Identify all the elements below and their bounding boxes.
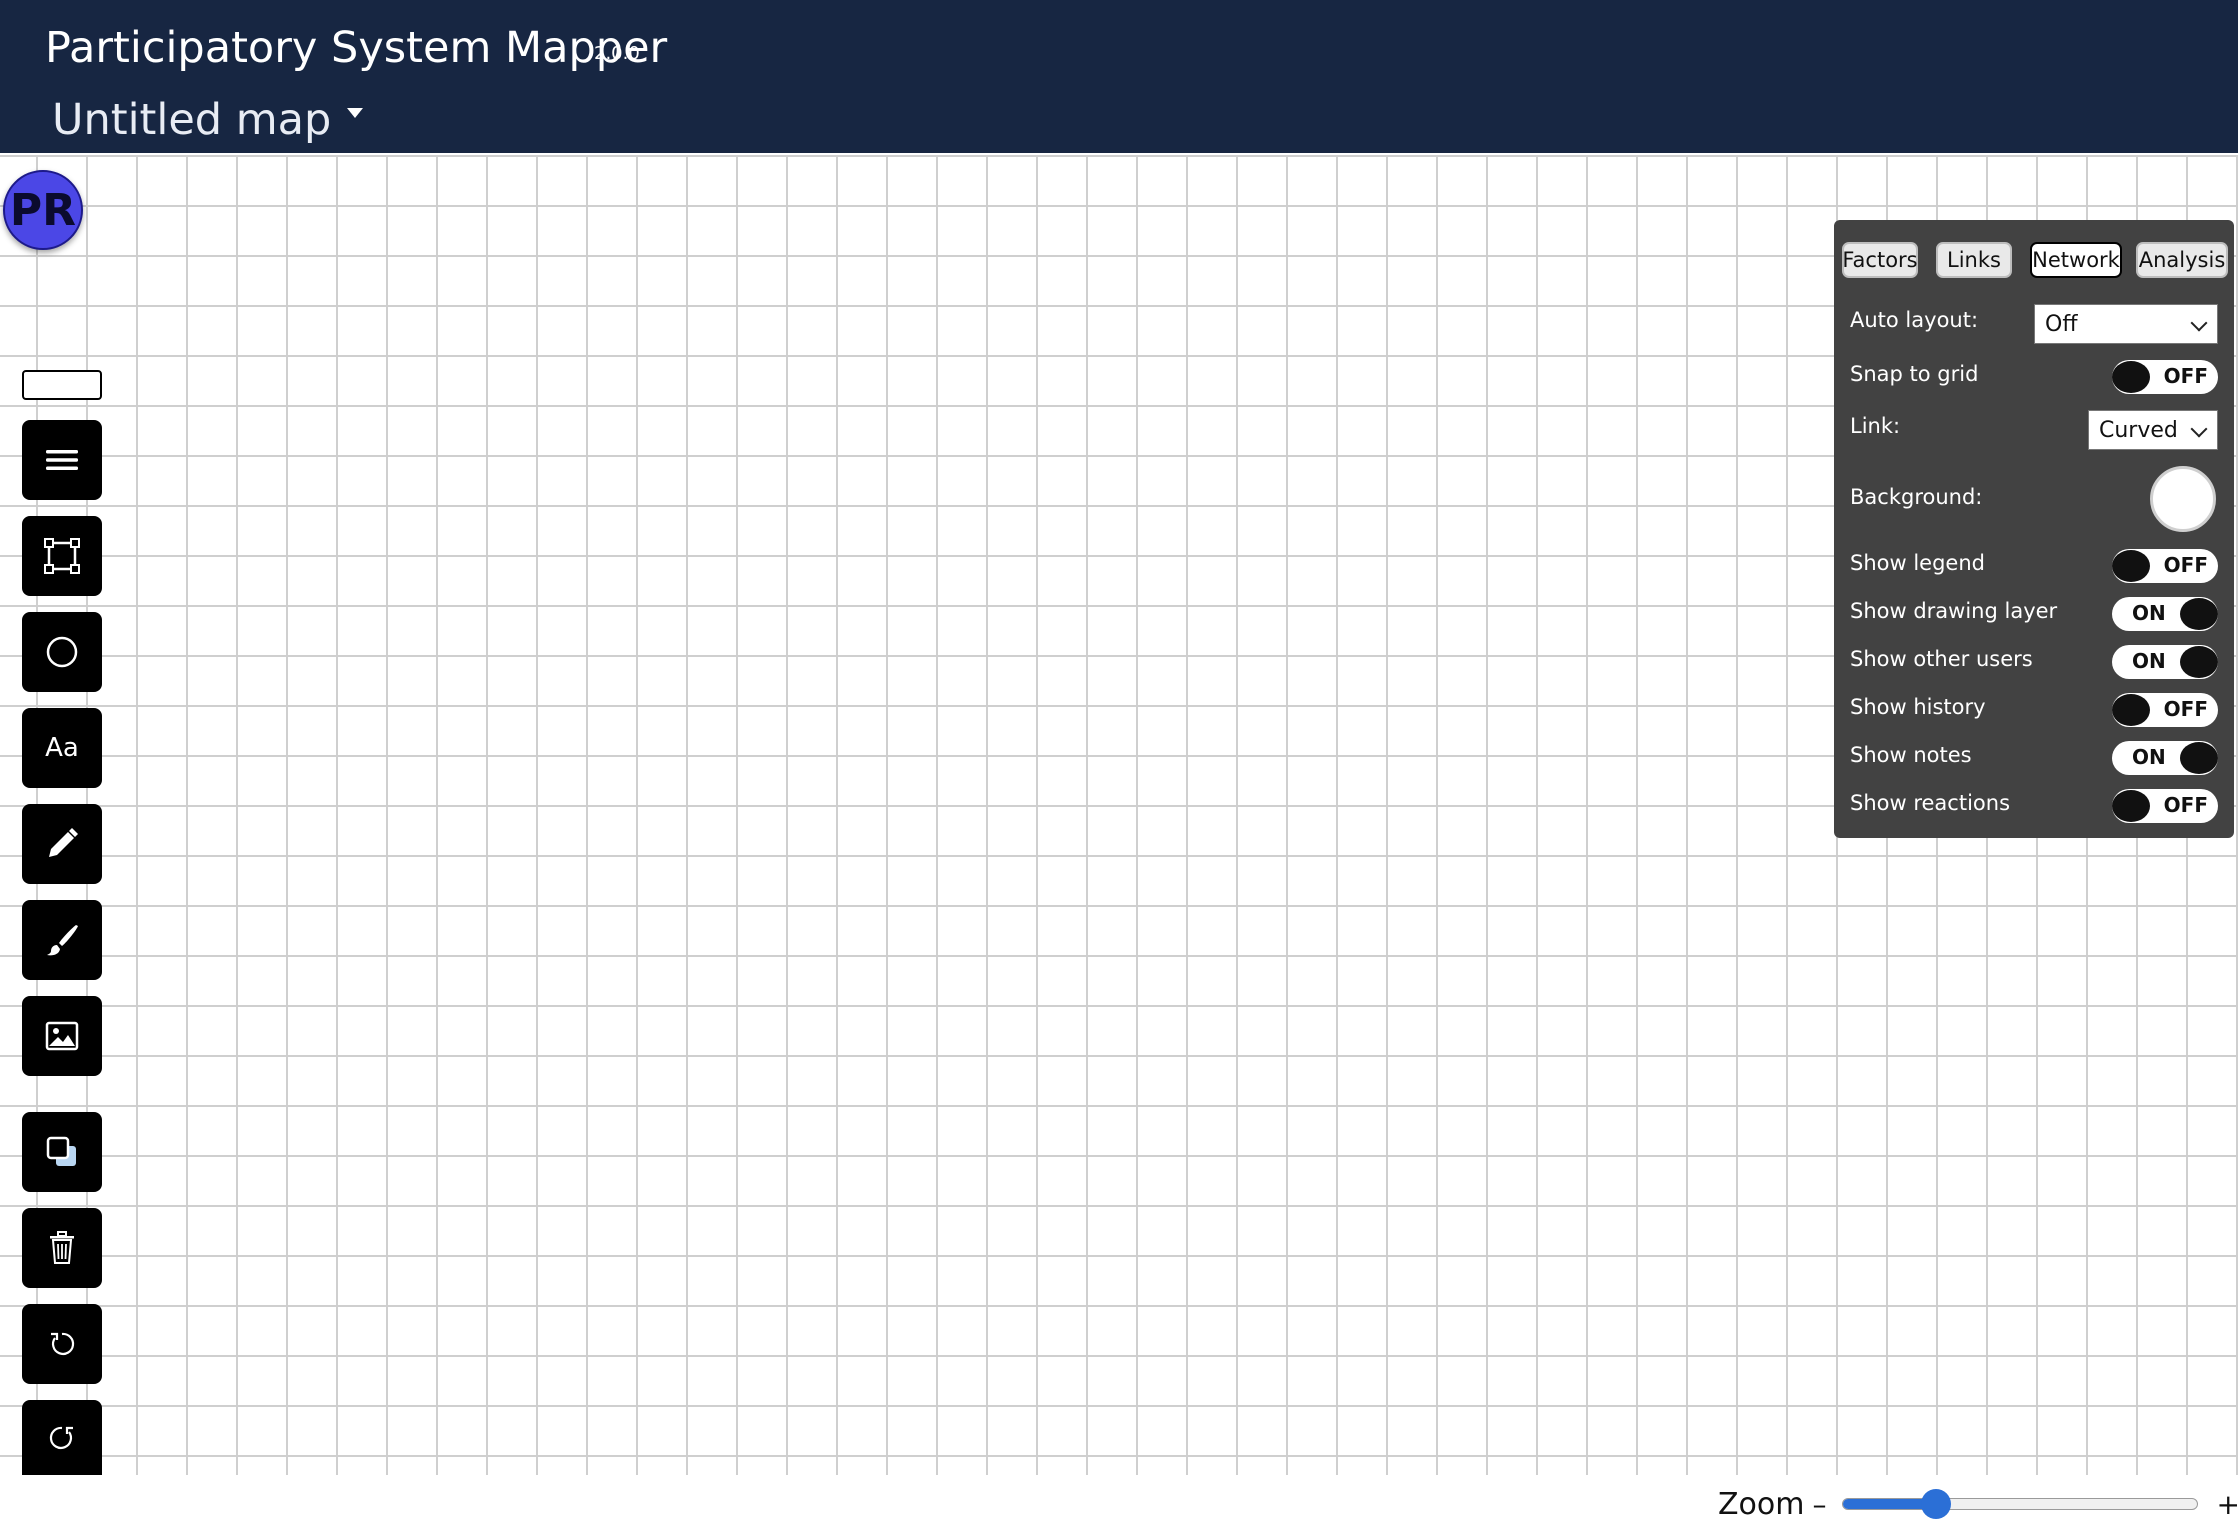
text-button[interactable]: Aa (22, 708, 102, 788)
show-history-label: Show history (1850, 695, 1986, 719)
toggle-knob (2180, 598, 2218, 630)
pencil-icon (49, 828, 78, 857)
zoom-slider-thumb[interactable] (1920, 1489, 1951, 1519)
snap-to-grid-toggle[interactable]: OFF (2112, 360, 2218, 394)
hamburger-icon (46, 450, 78, 470)
undo-button[interactable] (22, 1304, 102, 1384)
zoom-plus-label: + (2216, 1487, 2238, 1521)
show-legend-toggle[interactable]: OFF (2112, 549, 2218, 583)
background-label: Background: (1850, 485, 1983, 509)
toggle-knob (2112, 790, 2150, 822)
show-other-users-toggle[interactable]: ON (2112, 645, 2218, 679)
app-header: Participatory System Mapper 2.0.0 Untitl… (0, 0, 2238, 153)
map-title[interactable]: Untitled map (52, 90, 331, 150)
background-color-swatch[interactable] (2150, 466, 2216, 532)
circle-icon (46, 636, 78, 668)
trash-icon (50, 1231, 74, 1264)
network-settings-panel: Factors Links Network Analysis Auto layo… (1834, 220, 2234, 838)
auto-layout-value: Off (2045, 311, 2078, 337)
circle-button[interactable] (22, 612, 102, 692)
toggle-knob (2112, 550, 2150, 582)
toggle-knob (2180, 742, 2218, 774)
show-other-users-label: Show other users (1850, 647, 2033, 671)
select-rectangle-button[interactable] (22, 516, 102, 596)
show-legend-label: Show legend (1850, 551, 1985, 575)
tab-links[interactable]: Links (1936, 242, 2012, 278)
show-history-toggle[interactable]: OFF (2112, 693, 2218, 727)
caret-down-icon[interactable] (347, 108, 364, 118)
zoom-control: Zoom – + (1718, 1484, 2238, 1524)
auto-layout-select[interactable]: Off (2034, 304, 2218, 344)
tab-network[interactable]: Network (2030, 242, 2122, 278)
undo-icon (51, 1332, 75, 1355)
toggle-knob (2112, 694, 2150, 726)
brush-icon (47, 925, 78, 956)
zoom-label: Zoom (1718, 1486, 1805, 1522)
zoom-minus-label: – (1812, 1487, 1827, 1521)
tab-factors[interactable]: Factors (1842, 242, 1918, 278)
show-drawing-layer-label: Show drawing layer (1850, 599, 2058, 623)
rectangle-select-icon (44, 538, 80, 574)
app-title: Participatory System Mapper (45, 23, 668, 73)
toolbar-drag-handle[interactable] (22, 370, 102, 400)
show-drawing-layer-toggle[interactable]: ON (2112, 597, 2218, 631)
map-title-dropdown[interactable]: Untitled map (52, 90, 364, 150)
image-button[interactable] (22, 996, 102, 1076)
toggle-knob (2180, 646, 2218, 678)
link-label: Link: (1850, 414, 1901, 438)
image-icon (45, 1021, 79, 1051)
duplicate-icon (46, 1136, 76, 1166)
menu-button[interactable] (22, 420, 102, 500)
snap-to-grid-label: Snap to grid (1850, 362, 1979, 386)
toggle-state: ON (2132, 649, 2166, 673)
tab-analysis[interactable]: Analysis (2136, 242, 2228, 278)
delete-button[interactable] (22, 1208, 102, 1288)
redo-button[interactable] (22, 1400, 102, 1475)
brush-button[interactable] (22, 900, 102, 980)
zoom-slider[interactable] (1842, 1489, 2199, 1519)
auto-layout-label: Auto layout: (1850, 308, 1979, 332)
chevron-down-icon (2190, 314, 2208, 332)
user-avatar[interactable]: PR (3, 170, 83, 250)
version-label: 2.0.0 (594, 43, 640, 64)
show-notes-toggle[interactable]: ON (2112, 741, 2218, 775)
toggle-state: OFF (2163, 697, 2208, 721)
pencil-button[interactable] (22, 804, 102, 884)
toggle-state: ON (2132, 601, 2166, 625)
show-notes-label: Show notes (1850, 743, 1972, 767)
link-style-select[interactable]: Curved (2088, 410, 2218, 450)
duplicate-button[interactable] (22, 1112, 102, 1192)
toggle-state: ON (2132, 745, 2166, 769)
toggle-state: OFF (2163, 793, 2208, 817)
toggle-state: OFF (2163, 364, 2208, 388)
link-style-value: Curved (2099, 417, 2178, 443)
text-icon: Aa (45, 733, 79, 763)
chevron-down-icon (2190, 420, 2208, 438)
redo-icon (49, 1426, 73, 1449)
toggle-knob (2112, 361, 2150, 393)
show-reactions-toggle[interactable]: OFF (2112, 789, 2218, 823)
toggle-state: OFF (2163, 553, 2208, 577)
show-reactions-label: Show reactions (1850, 791, 2011, 815)
